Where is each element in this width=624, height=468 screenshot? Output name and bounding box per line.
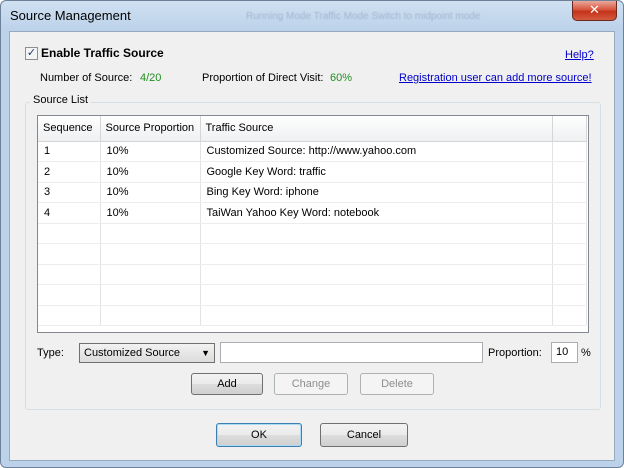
cell-filler xyxy=(552,243,587,265)
table-row[interactable] xyxy=(38,223,587,244)
source-management-window: Source Management Running Mode Traffic M… xyxy=(0,0,624,468)
enable-traffic-source-label[interactable]: Enable Traffic Source xyxy=(41,46,164,60)
number-of-source-label: Number of Source: xyxy=(40,72,133,84)
cell-source-proportion xyxy=(100,284,201,306)
cell-filler xyxy=(552,202,587,224)
column-header-filler xyxy=(552,116,587,142)
help-link[interactable]: Help? xyxy=(565,49,594,61)
number-of-source-value: 4/20 xyxy=(140,72,162,84)
cell-traffic-source xyxy=(200,223,553,244)
table-row[interactable] xyxy=(38,305,587,326)
cell-source-proportion: 10% xyxy=(100,182,201,203)
cell-source-proportion: 10% xyxy=(100,202,201,224)
column-header-sequence[interactable]: Sequence xyxy=(38,116,101,142)
source-list-group-label: Source List xyxy=(30,94,92,106)
cell-sequence xyxy=(38,264,101,285)
cell-filler xyxy=(552,182,587,203)
column-header-source-proportion[interactable]: Source Proportion xyxy=(100,116,201,142)
dropdown-arrow-icon: ▼ xyxy=(201,348,210,358)
cell-source-proportion xyxy=(100,264,201,285)
source-input[interactable] xyxy=(220,342,483,363)
cell-traffic-source: TaiWan Yahoo Key Word: notebook xyxy=(200,202,553,224)
table-row[interactable] xyxy=(38,264,587,285)
cell-traffic-source: Google Key Word: traffic xyxy=(200,161,553,183)
cell-sequence: 4 xyxy=(38,202,101,224)
enable-traffic-source-checkbox[interactable]: ✓ xyxy=(25,46,38,60)
window-title: Source Management xyxy=(10,8,131,23)
title-bar[interactable]: Source Management Running Mode Traffic M… xyxy=(1,1,623,31)
cell-filler xyxy=(552,264,587,285)
table-row[interactable]: 4 10% TaiWan Yahoo Key Word: notebook xyxy=(38,202,587,224)
type-dropdown-value: Customized Source xyxy=(84,347,180,359)
cell-traffic-source xyxy=(200,264,553,285)
cell-sequence xyxy=(38,305,101,326)
enable-traffic-source-option[interactable]: ✓ Enable Traffic Source xyxy=(25,46,164,60)
cell-traffic-source xyxy=(200,284,553,306)
cell-traffic-source: Bing Key Word: iphone xyxy=(200,182,553,203)
cell-filler xyxy=(552,305,587,326)
registration-link[interactable]: Registration user can add more source! xyxy=(399,72,592,84)
source-list-table[interactable]: Sequence Source Proportion Traffic Sourc… xyxy=(37,115,589,333)
cell-sequence: 1 xyxy=(38,141,101,162)
table-row[interactable]: 3 10% Bing Key Word: iphone xyxy=(38,182,587,203)
table-header-row: Sequence Source Proportion Traffic Sourc… xyxy=(38,116,587,142)
proportion-input[interactable]: 10 xyxy=(551,342,578,363)
cell-source-proportion: 10% xyxy=(100,161,201,183)
cell-sequence: 3 xyxy=(38,182,101,203)
ok-button[interactable]: OK xyxy=(216,423,302,447)
cell-filler xyxy=(552,161,587,183)
change-button[interactable]: Change xyxy=(274,373,348,395)
dialog-body: ✓ Enable Traffic Source Help? Number of … xyxy=(9,31,615,461)
table-row[interactable]: 1 10% Customized Source: http://www.yahoo.… xyxy=(38,141,587,162)
percent-sign: % xyxy=(581,347,591,359)
direct-visit-value: 60% xyxy=(330,72,353,84)
proportion-label: Proportion: xyxy=(488,347,542,359)
cell-filler xyxy=(552,284,587,306)
cell-sequence xyxy=(38,223,101,244)
cell-filler xyxy=(552,141,587,162)
close-button[interactable]: ✕ xyxy=(572,1,617,21)
table-row[interactable] xyxy=(38,284,587,306)
cell-source-proportion xyxy=(100,223,201,244)
cell-sequence: 2 xyxy=(38,161,101,183)
cell-filler xyxy=(552,223,587,244)
cell-source-proportion xyxy=(100,243,201,265)
cell-source-proportion: 10% xyxy=(100,141,201,162)
cancel-button[interactable]: Cancel xyxy=(320,423,408,447)
cell-traffic-source xyxy=(200,305,553,326)
cell-sequence xyxy=(38,284,101,306)
checkmark-icon: ✓ xyxy=(26,46,37,59)
cell-traffic-source: Customized Source: http://www.yahoo.com xyxy=(200,141,553,162)
table-row[interactable]: 2 10% Google Key Word: traffic xyxy=(38,161,587,183)
cell-traffic-source xyxy=(200,243,553,265)
direct-visit-label: Proportion of Direct Visit: xyxy=(202,72,324,84)
column-header-traffic-source[interactable]: Traffic Source xyxy=(200,116,553,142)
title-ghost-text: Running Mode Traffic Mode Switch to midp… xyxy=(246,11,481,22)
type-label: Type: xyxy=(37,347,64,359)
delete-button[interactable]: Delete xyxy=(360,373,434,395)
cell-source-proportion xyxy=(100,305,201,326)
table-row[interactable] xyxy=(38,243,587,265)
type-dropdown[interactable]: Customized Source ▼ xyxy=(79,343,215,363)
cell-sequence xyxy=(38,243,101,265)
source-list-body: 1 10% Customized Source: http://www.yahoo.… xyxy=(38,141,587,326)
close-icon: ✕ xyxy=(589,2,600,17)
add-button[interactable]: Add xyxy=(191,373,263,395)
